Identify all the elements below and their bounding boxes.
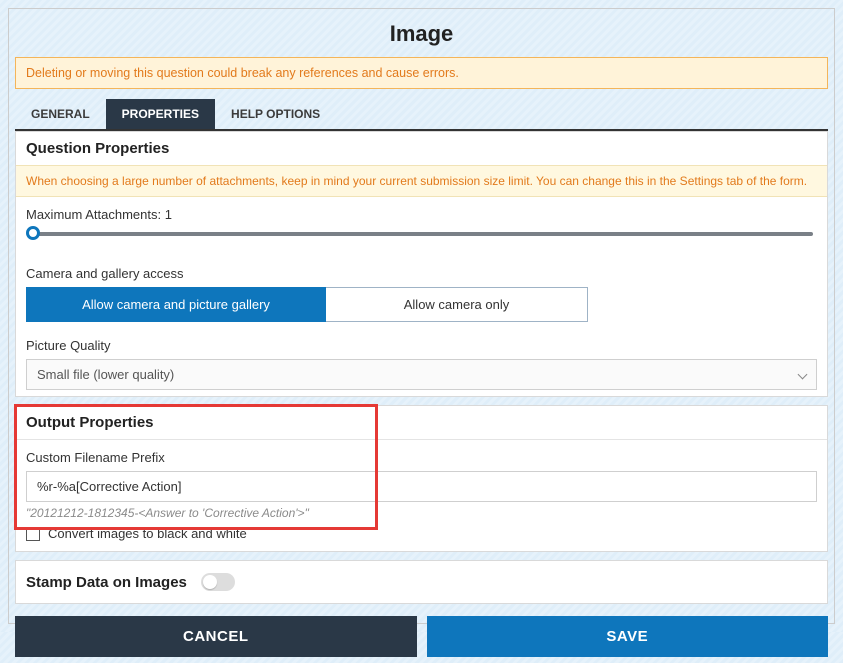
question-properties-panel: Question Properties When choosing a larg… — [15, 131, 828, 397]
output-properties-panel: Output Properties Custom Filename Prefix… — [15, 405, 828, 552]
max-attachments-label: Maximum Attachments: 1 — [26, 207, 817, 222]
tab-bar: GENERAL PROPERTIES HELP OPTIONS — [15, 99, 828, 131]
convert-bw-row[interactable]: Convert images to black and white — [16, 526, 827, 551]
filename-prefix-field: Custom Filename Prefix "20121212-1812345… — [16, 440, 827, 526]
attachment-info-strip: When choosing a large number of attachme… — [16, 165, 827, 197]
camera-access-segment: Allow camera and picture gallery Allow c… — [26, 287, 817, 322]
stamp-toggle-row: Stamp Data on Images — [16, 561, 827, 603]
question-properties-heading: Question Properties — [16, 132, 827, 165]
tab-general[interactable]: GENERAL — [15, 99, 106, 129]
toggle-knob — [203, 575, 217, 589]
max-attachments-field: Maximum Attachments: 1 — [16, 197, 827, 256]
cancel-button[interactable]: CANCEL — [15, 616, 417, 657]
page-container: Image Deleting or moving this question c… — [8, 8, 835, 624]
filename-prefix-label: Custom Filename Prefix — [26, 450, 817, 465]
max-attachments-slider[interactable] — [30, 232, 813, 236]
page-title: Image — [9, 9, 834, 57]
stamp-label: Stamp Data on Images — [26, 574, 187, 591]
camera-access-label: Camera and gallery access — [26, 266, 817, 281]
filename-prefix-hint: "20121212-1812345-<Answer to 'Corrective… — [26, 506, 817, 520]
picture-quality-select[interactable]: Small file (lower quality) — [26, 359, 817, 390]
stamp-toggle[interactable] — [201, 573, 235, 591]
chevron-down-icon — [798, 370, 808, 380]
camera-access-field: Camera and gallery access Allow camera a… — [16, 256, 827, 328]
camera-allow-both-button[interactable]: Allow camera and picture gallery — [26, 287, 326, 322]
stamp-panel: Stamp Data on Images — [15, 560, 828, 604]
picture-quality-label: Picture Quality — [26, 338, 817, 353]
tab-help-options[interactable]: HELP OPTIONS — [215, 99, 336, 129]
camera-allow-only-button[interactable]: Allow camera only — [326, 287, 588, 322]
picture-quality-value: Small file (lower quality) — [37, 367, 174, 382]
convert-bw-label: Convert images to black and white — [48, 526, 247, 541]
convert-bw-checkbox[interactable] — [26, 527, 40, 541]
tab-properties[interactable]: PROPERTIES — [106, 99, 215, 129]
footer-buttons: CANCEL SAVE — [9, 612, 834, 663]
filename-prefix-input[interactable] — [26, 471, 817, 502]
slider-thumb[interactable] — [26, 226, 40, 240]
save-button[interactable]: SAVE — [427, 616, 829, 657]
output-properties-heading: Output Properties — [16, 406, 827, 439]
delete-warning-banner: Deleting or moving this question could b… — [15, 57, 828, 89]
picture-quality-field: Picture Quality Small file (lower qualit… — [16, 328, 827, 396]
